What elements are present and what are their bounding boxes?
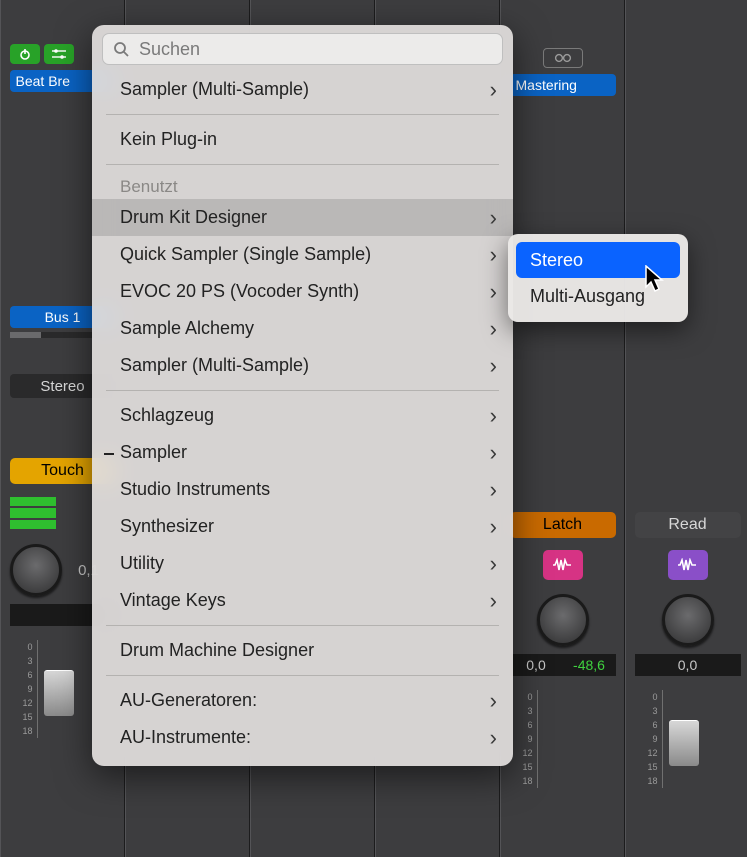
level-readout-l [10, 604, 63, 626]
settings-button[interactable] [44, 44, 74, 64]
fader[interactable]: 036 91215 18 [635, 690, 741, 788]
menu-separator [106, 625, 499, 626]
link-button[interactable] [543, 48, 583, 68]
link-icon [553, 53, 573, 63]
fader-scale: 036 91215 18 [635, 690, 663, 788]
menu-used-drum-kit-designer[interactable]: Drum Kit Designer [92, 199, 513, 236]
power-button[interactable] [10, 44, 40, 64]
fader[interactable]: 036 91215 18 [510, 690, 616, 788]
menu-separator [106, 675, 499, 676]
menu-used-evoc20[interactable]: EVOC 20 PS (Vocoder Synth) [92, 273, 513, 310]
menu-separator [106, 390, 499, 391]
pan-knob[interactable] [10, 544, 62, 596]
fader-scale: 036 91215 18 [10, 640, 38, 738]
menu-current-instrument[interactable]: Sampler (Multi-Sample) [92, 71, 513, 108]
level-readout-l: 0,0 [510, 654, 563, 676]
waveform-icon [553, 558, 573, 572]
menu-cat-sampler[interactable]: Sampler [92, 434, 513, 471]
menu-drum-machine-designer[interactable]: Drum Machine Designer [92, 632, 513, 669]
fader-scale: 036 91215 18 [510, 690, 538, 788]
pan-knob[interactable] [537, 594, 589, 646]
group-button[interactable] [668, 550, 708, 580]
fader-cap[interactable] [44, 670, 74, 716]
menu-cat-synthesizer[interactable]: Synthesizer [92, 508, 513, 545]
menu-used-quick-sampler[interactable]: Quick Sampler (Single Sample) [92, 236, 513, 273]
menu-cat-vintage-keys[interactable]: Vintage Keys [92, 582, 513, 619]
menu-au-generators[interactable]: AU-Generatoren: [92, 682, 513, 719]
automation-mode[interactable]: Latch [510, 512, 616, 538]
power-icon [19, 48, 31, 60]
menu-cat-studio-instruments[interactable]: Studio Instruments [92, 471, 513, 508]
channel-strip-6: Read 0,0 036 91215 18 [625, 0, 747, 857]
submenu-stereo[interactable]: Stereo [516, 242, 680, 278]
search-icon [113, 41, 129, 57]
menu-au-instruments[interactable]: AU-Instrumente: [92, 719, 513, 756]
menu-cat-utility[interactable]: Utility [92, 545, 513, 582]
plugin-menu: Sampler (Multi-Sample) Kein Plug-in Benu… [92, 25, 513, 766]
submenu-multi-output[interactable]: Multi-Ausgang [516, 278, 680, 314]
search-field[interactable] [102, 33, 503, 65]
menu-cat-schlagzeug[interactable]: Schlagzeug [92, 397, 513, 434]
level-readout: 0,0 [635, 654, 741, 676]
search-input[interactable] [139, 39, 492, 60]
automation-mode[interactable]: Read [635, 512, 741, 538]
insert-slot[interactable]: Mastering [510, 74, 616, 96]
level-readout-r: -48,6 [563, 654, 616, 676]
menu-separator [106, 164, 499, 165]
sliders-icon [52, 49, 66, 59]
menu-section-used: Benutzt [92, 171, 513, 199]
menu-separator [106, 114, 499, 115]
menu-no-plugin[interactable]: Kein Plug-in [92, 121, 513, 158]
pan-knob[interactable] [662, 594, 714, 646]
group-button[interactable] [543, 550, 583, 580]
menu-used-sample-alchemy[interactable]: Sample Alchemy [92, 310, 513, 347]
channel-strip-5: Mastering Latch 0,0 -48,6 036 91215 18 [500, 0, 625, 857]
fader-cap[interactable] [669, 720, 699, 766]
menu-used-sampler[interactable]: Sampler (Multi-Sample) [92, 347, 513, 384]
plugin-submenu: Stereo Multi-Ausgang [508, 234, 688, 322]
waveform-icon [678, 558, 698, 572]
